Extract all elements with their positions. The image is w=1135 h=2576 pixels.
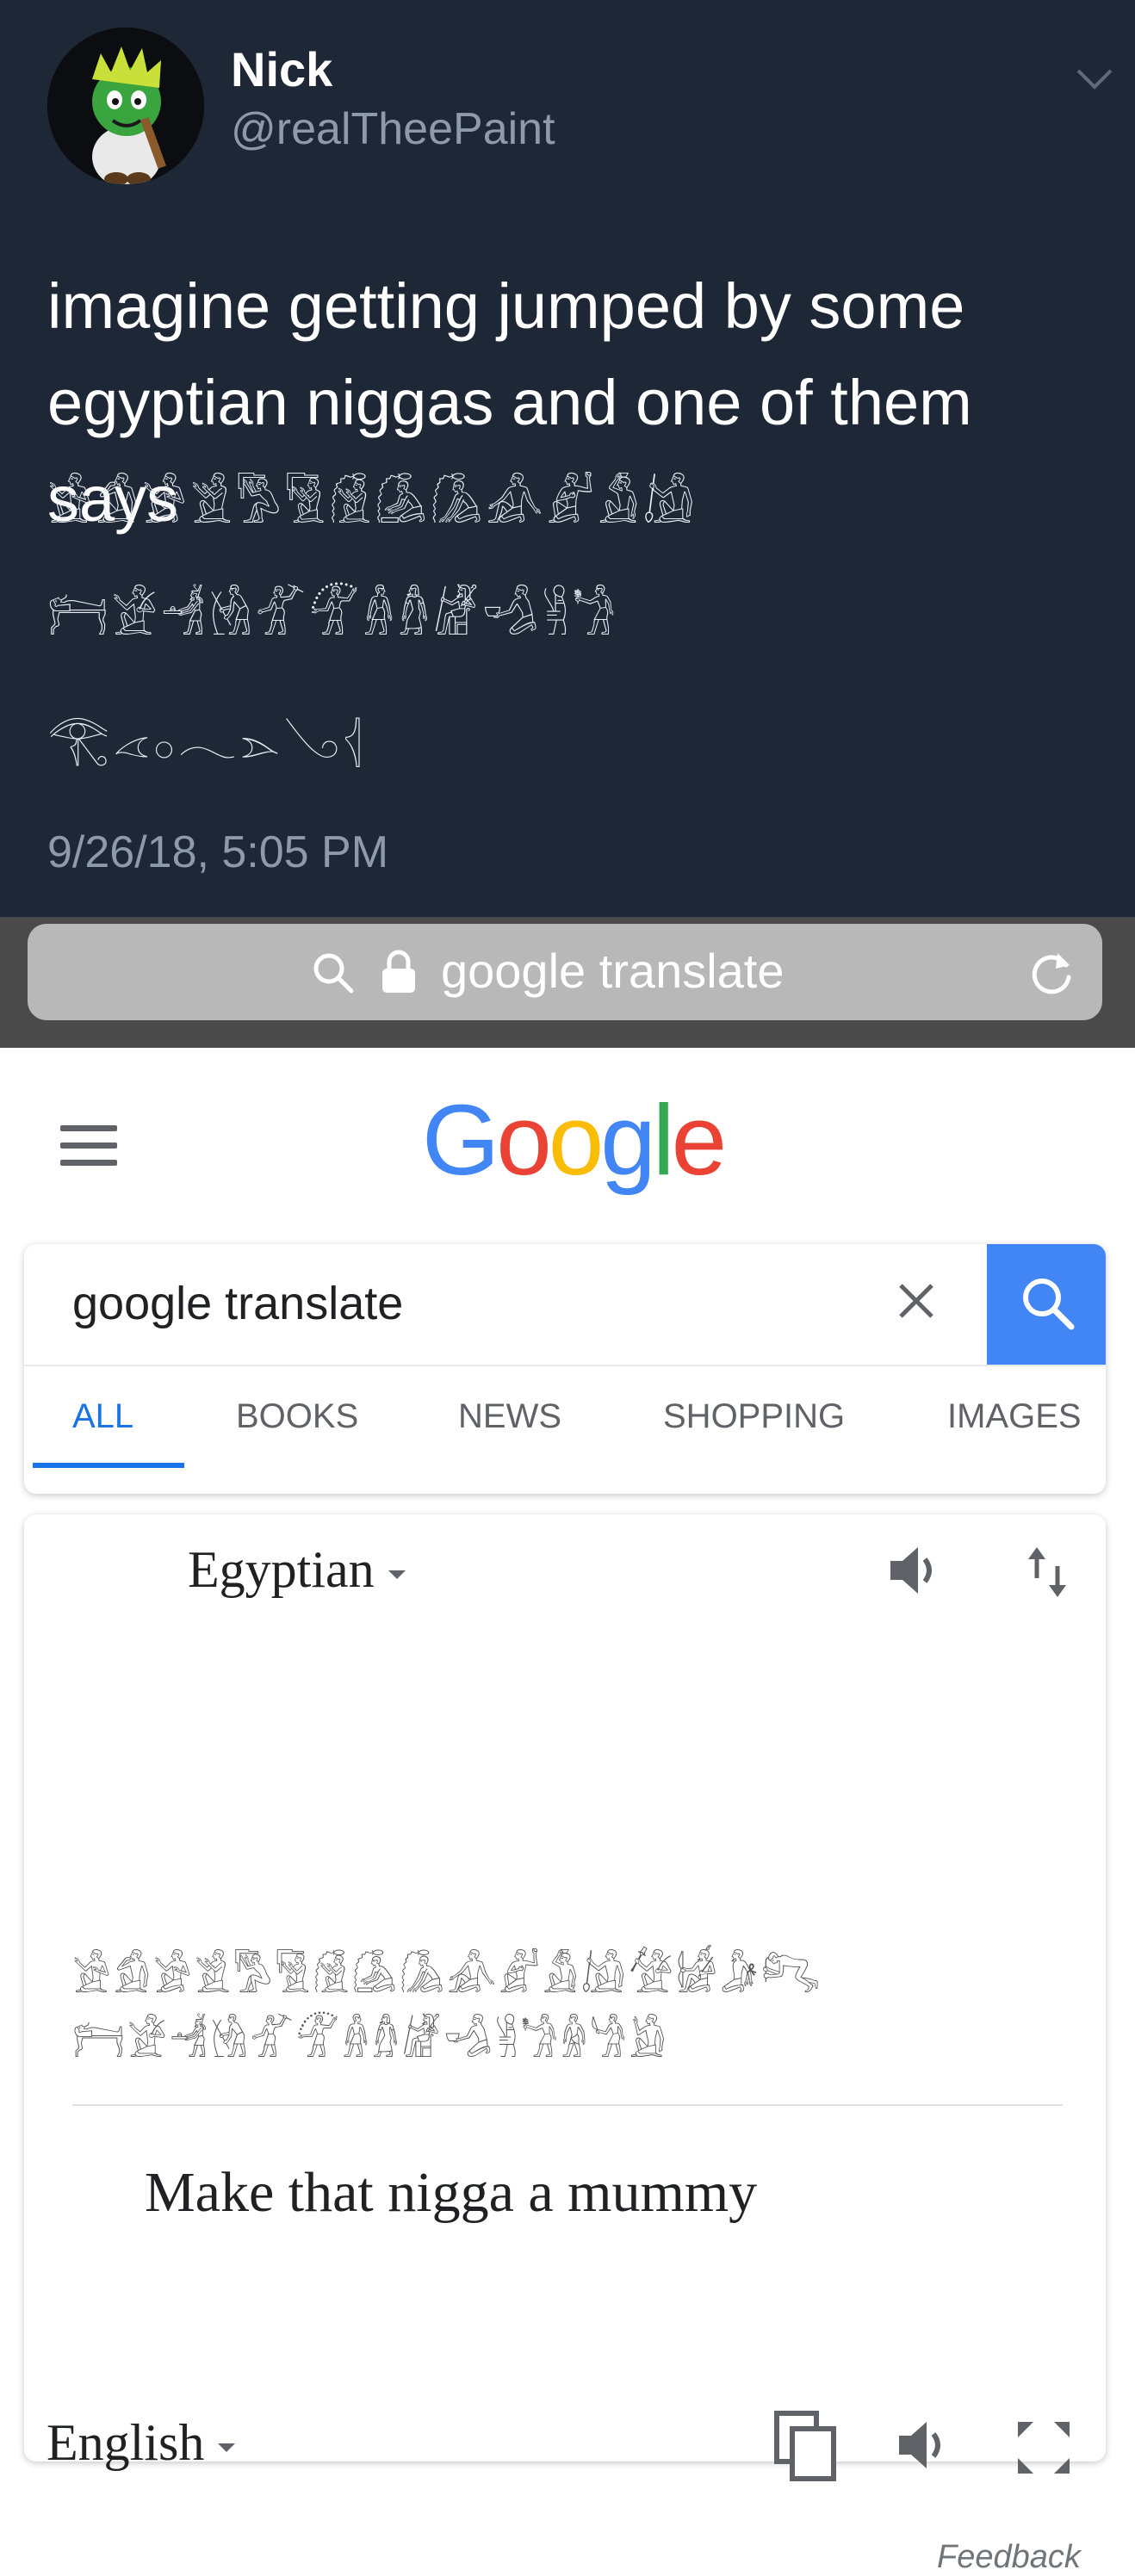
hieroglyph-line-1: 𓀀𓀁𓀂𓀃𓀄𓀅𓀆𓀇𓀈𓀉𓀊𓀋𓀌 bbox=[47, 476, 698, 535]
translate-card: Egyptian 𓀀𓀁𓀂𓀃𓀄𓀅𓀆𓀇𓀈𓀉𓀊𓀋𓀌𓀍𓀎𓀏𓀐 𓁀𓁁𓁂𓁃𓁄𓁅𓁆𓁇𓁈𓁉𓁊𓁋𓁌… bbox=[24, 1514, 1106, 2575]
logo-letter: o bbox=[548, 1084, 604, 1196]
google-page: Google google translate ALL BOOKS NEWS S… bbox=[0, 1048, 1135, 2575]
tweet: Nick @realTheePaint imagine getting jump… bbox=[0, 0, 1135, 917]
search-tabs: ALL BOOKS NEWS SHOPPING IMAGES bbox=[24, 1375, 1106, 1458]
logo-letter: o bbox=[496, 1084, 551, 1196]
translation-result: Make that nigga a mummy bbox=[145, 2161, 758, 2224]
dropdown-caret-icon bbox=[388, 1570, 406, 1580]
divider bbox=[24, 1365, 1106, 1366]
hamburger-menu-icon[interactable] bbox=[60, 1125, 117, 1166]
address-bar[interactable]: google translate bbox=[28, 924, 1102, 1020]
search-icon bbox=[1023, 1279, 1075, 1330]
tab-shopping[interactable]: SHOPPING bbox=[663, 1397, 845, 1436]
tweet-timestamp: 9/26/18, 5:05 PM bbox=[47, 827, 389, 877]
search-button[interactable] bbox=[987, 1244, 1106, 1365]
close-icon[interactable] bbox=[894, 1279, 939, 1323]
display-name[interactable]: Nick bbox=[231, 41, 332, 97]
speaker-icon[interactable] bbox=[894, 2415, 954, 2475]
search-input[interactable]: google translate bbox=[72, 1277, 403, 1330]
search-icon bbox=[313, 953, 354, 994]
address-text[interactable]: google translate bbox=[441, 943, 785, 999]
tab-books[interactable]: BOOKS bbox=[236, 1397, 358, 1436]
active-tab-indicator bbox=[33, 1463, 184, 1468]
tab-news[interactable]: NEWS bbox=[458, 1397, 561, 1436]
logo-letter: G bbox=[422, 1084, 499, 1196]
target-language-label: English bbox=[47, 2414, 205, 2471]
source-language-label: Egyptian bbox=[188, 1541, 375, 1598]
avatar-image bbox=[47, 28, 204, 184]
dropdown-caret-icon bbox=[218, 2443, 236, 2453]
logo-letter: e bbox=[671, 1084, 727, 1196]
avatar[interactable] bbox=[47, 28, 204, 184]
chevron-down-icon[interactable] bbox=[1075, 67, 1114, 91]
user-handle[interactable]: @realTheePaint bbox=[231, 103, 555, 155]
fullscreen-icon[interactable] bbox=[1014, 2418, 1073, 2477]
source-language-select[interactable]: Egyptian bbox=[188, 1540, 406, 1600]
browser-toolbar: google translate bbox=[0, 917, 1135, 1048]
tab-images[interactable]: IMAGES bbox=[947, 1397, 1082, 1436]
lock-icon bbox=[382, 950, 415, 993]
tab-all[interactable]: ALL bbox=[72, 1397, 133, 1436]
feedback-link[interactable]: Feedback bbox=[937, 2539, 1081, 2576]
target-language-select[interactable]: English bbox=[47, 2413, 236, 2473]
speaker-icon[interactable] bbox=[885, 1540, 946, 1601]
hieroglyph-line-3: 𓂀𓂁𓂂𓂃𓂄𓂅𓂆 bbox=[47, 709, 366, 767]
source-text-line-2[interactable]: 𓁀𓁁𓁂𓁃𓁄𓁅𓁆𓁇𓁈𓁉𓁊𓁋𓁌𓁍𓁎 bbox=[72, 2001, 1063, 2070]
reload-icon[interactable] bbox=[1026, 948, 1076, 998]
swap-languages-icon[interactable] bbox=[1023, 1544, 1071, 1601]
logo-letter: l bbox=[652, 1084, 675, 1196]
copy-icon[interactable] bbox=[773, 2410, 839, 2482]
source-text-line-1[interactable]: 𓀀𓀁𓀂𓀃𓀄𓀅𓀆𓀇𓀈𓀉𓀊𓀋𓀌𓀍𓀎𓀏𓀐 bbox=[72, 1936, 1063, 2005]
hieroglyph-line-2: 𓁀𓁁𓁂𓁃𓁄𓁅𓁆𓁇𓁈𓁉𓁊𓁋 bbox=[47, 588, 620, 647]
google-logo[interactable]: Google bbox=[422, 1082, 727, 1198]
search-card: google translate ALL BOOKS NEWS SHOPPING… bbox=[24, 1244, 1106, 1494]
divider bbox=[72, 2104, 1063, 2106]
logo-letter: g bbox=[600, 1084, 655, 1196]
